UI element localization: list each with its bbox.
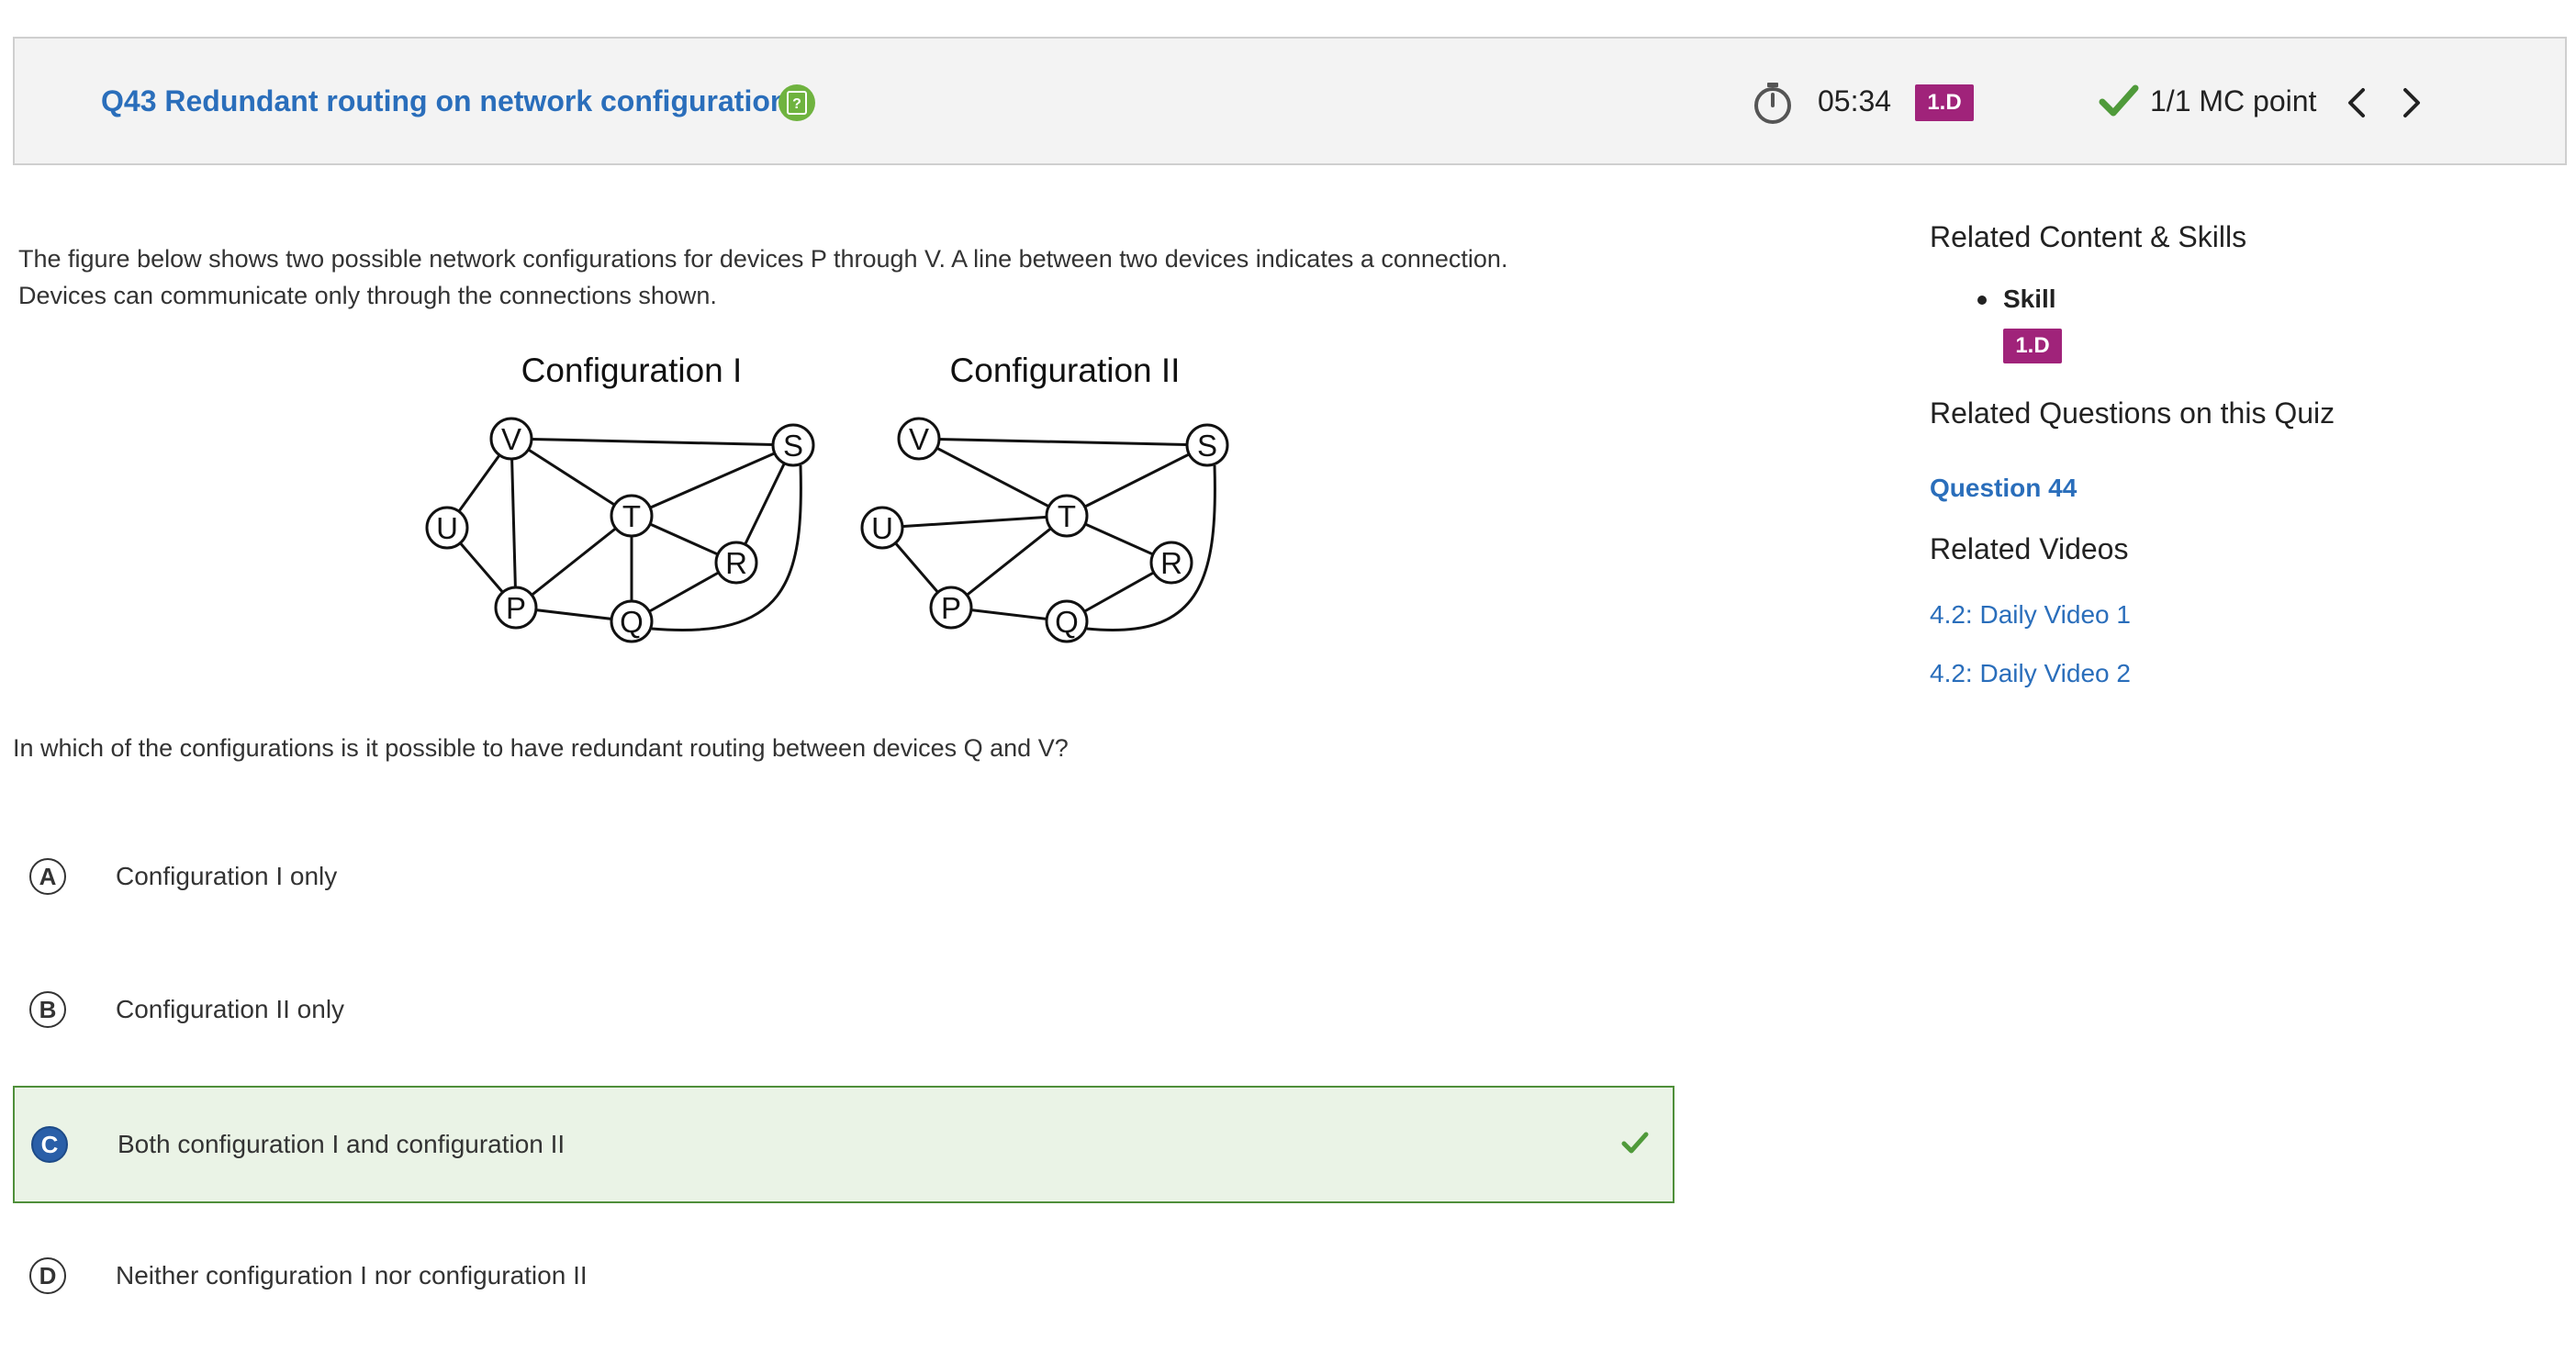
config-1-nodes: V S U T R P Q bbox=[425, 417, 815, 643]
timer-display: 05:34 bbox=[1818, 84, 1892, 117]
answer-choice-c[interactable]: C Both configuration I and configuration… bbox=[13, 1086, 1674, 1203]
choice-text: Neither configuration I nor configuratio… bbox=[116, 1261, 588, 1290]
svg-text:?: ? bbox=[792, 96, 801, 112]
config-2-node-label-V: V bbox=[909, 422, 929, 456]
config-2-node-label-T: T bbox=[1058, 499, 1076, 533]
sidebar-skill-badge: 1.D bbox=[2003, 329, 2062, 363]
chevron-left-icon bbox=[2348, 88, 2365, 117]
bullet-icon bbox=[1977, 296, 1987, 305]
choice-letter-circle: C bbox=[31, 1126, 68, 1163]
choice-text: Configuration II only bbox=[116, 995, 345, 1023]
question-prompt: In which of the configurations is it pos… bbox=[13, 734, 1069, 762]
config-2-node-label-R: R bbox=[1160, 546, 1182, 580]
intro-line-1: The figure below shows two possible netw… bbox=[18, 245, 1508, 273]
question-mark-icon[interactable]: ? bbox=[778, 84, 815, 121]
score-display: 1/1 MC point bbox=[2150, 84, 2317, 117]
question-title: Q43 Redundant routing on network configu… bbox=[101, 84, 789, 117]
choice-text: Both configuration I and configuration I… bbox=[118, 1130, 566, 1158]
config-2-nodes: V S U T R P Q bbox=[860, 417, 1229, 643]
config-2-node-label-P: P bbox=[941, 591, 961, 625]
skill-label: Skill bbox=[2003, 285, 2056, 313]
config-1-node-label-T: T bbox=[622, 499, 641, 533]
question-stimulus: The figure below shows two possible netw… bbox=[18, 240, 1634, 314]
config-1-node-label-R: R bbox=[725, 546, 747, 580]
skill-badge: 1.D bbox=[1915, 84, 1974, 121]
choice-letter-circle: D bbox=[29, 1257, 66, 1294]
config-2-edge-U-T bbox=[881, 514, 1068, 530]
choice-letter-circle: B bbox=[29, 991, 66, 1028]
config-1-title: Configuration I bbox=[521, 352, 743, 389]
config-2-node-label-S: S bbox=[1197, 429, 1217, 463]
video-link-2[interactable]: 4.2: Daily Video 2 bbox=[1930, 659, 2131, 688]
previous-question-button[interactable] bbox=[2343, 84, 2370, 121]
intro-line-2: Devices can communicate only through the… bbox=[18, 282, 717, 309]
answer-choice-a[interactable]: A Configuration I only bbox=[13, 820, 1674, 937]
config-1-node-label-V: V bbox=[501, 422, 521, 456]
config-2-edge-V-T bbox=[918, 437, 1068, 518]
config-1-edge-T-S bbox=[631, 443, 794, 518]
config-2-edge-Q-S bbox=[1086, 464, 1216, 631]
config-2-node-label-U: U bbox=[871, 511, 893, 545]
config-1-node-label-P: P bbox=[506, 591, 526, 625]
config-1-node-label-S: S bbox=[783, 429, 803, 463]
config-1-node-label-U: U bbox=[436, 511, 458, 545]
related-content-heading: Related Content & Skills bbox=[1930, 220, 2247, 253]
correct-checkmark-icon bbox=[1621, 1130, 1649, 1160]
next-question-button[interactable] bbox=[2398, 84, 2425, 121]
answer-choice-d[interactable]: D Neither configuration I nor configurat… bbox=[13, 1219, 1674, 1336]
choice-text: Configuration I only bbox=[116, 862, 338, 890]
chevron-right-icon bbox=[2403, 88, 2420, 117]
stopwatch-icon bbox=[1752, 81, 1794, 129]
related-question-link[interactable]: Question 44 bbox=[1930, 474, 2077, 503]
config-2-title: Configuration II bbox=[950, 352, 1181, 389]
video-link-1[interactable]: 4.2: Daily Video 1 bbox=[1930, 600, 2131, 630]
choice-letter-circle: A bbox=[29, 858, 66, 895]
config-2-edge-T-S bbox=[1066, 443, 1208, 518]
config-2-edge-P-T bbox=[950, 514, 1068, 609]
network-configurations-figure: Configuration I Configuration II V S U T R P Q… bbox=[404, 347, 1285, 664]
config-1-edge-V-S bbox=[510, 437, 794, 447]
config-2-edge-V-S bbox=[918, 437, 1208, 447]
network-diagram: Configuration I Configuration II V S U T R P Q… bbox=[425, 352, 1229, 643]
related-videos-heading: Related Videos bbox=[1930, 532, 2129, 565]
related-questions-heading: Related Questions on this Quiz bbox=[1930, 396, 2335, 430]
answer-choice-b[interactable]: B Configuration II only bbox=[13, 953, 1674, 1070]
config-1-edge-V-P bbox=[510, 438, 518, 609]
config-1-edge-P-T bbox=[515, 514, 633, 609]
config-2-node-label-Q: Q bbox=[1055, 605, 1079, 639]
config-1-node-label-Q: Q bbox=[620, 605, 644, 639]
checkmark-icon bbox=[2099, 83, 2139, 124]
